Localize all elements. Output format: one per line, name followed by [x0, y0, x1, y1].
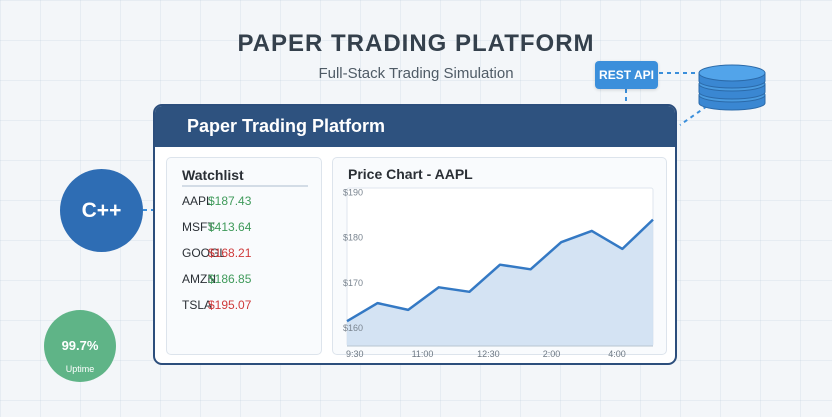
y-tick-label: $160: [343, 323, 363, 333]
watchlist-price: $187.43: [208, 194, 252, 208]
database-icon: [698, 64, 766, 111]
uptime-label: Uptime: [65, 364, 95, 374]
watchlist-card: Watchlist AAPL $187.43 MSFT $413.64 GOOG…: [166, 157, 322, 355]
watchlist-price: $413.64: [208, 220, 252, 234]
price-chart: $190 $180 $170 $160 9:30 11:00 12:30 2:00 4:00: [343, 187, 654, 359]
x-tick-label: 4:00: [608, 349, 626, 359]
uptime-badge: 99.7% Uptime: [44, 310, 116, 382]
x-tick-label: 2:00: [543, 349, 561, 359]
price-chart-card: Price Chart - AAPL $190 $180 $170 $160 9:30 1…: [332, 157, 667, 359]
watchlist-price: $186.85: [208, 272, 252, 286]
x-tick-label: 9:30: [346, 349, 364, 359]
y-tick-label: $180: [343, 233, 363, 243]
panel-header: Paper Trading Platform: [155, 106, 675, 147]
y-tick-label: $170: [343, 278, 363, 288]
watchlist-price: $168.21: [208, 246, 252, 260]
uptime-value: 99.7%: [61, 338, 99, 353]
y-tick-label: $190: [343, 188, 363, 198]
rest-api-box: REST API: [595, 61, 658, 89]
cpp-badge: C++: [60, 169, 143, 252]
x-tick-label: 11:00: [412, 349, 434, 359]
watchlist-title: Watchlist: [182, 167, 308, 187]
watchlist-price: $195.07: [208, 298, 252, 312]
x-tick-label: 12:30: [477, 349, 500, 359]
platform-panel: Paper Trading Platform Watchlist AAPL $1…: [153, 104, 677, 365]
